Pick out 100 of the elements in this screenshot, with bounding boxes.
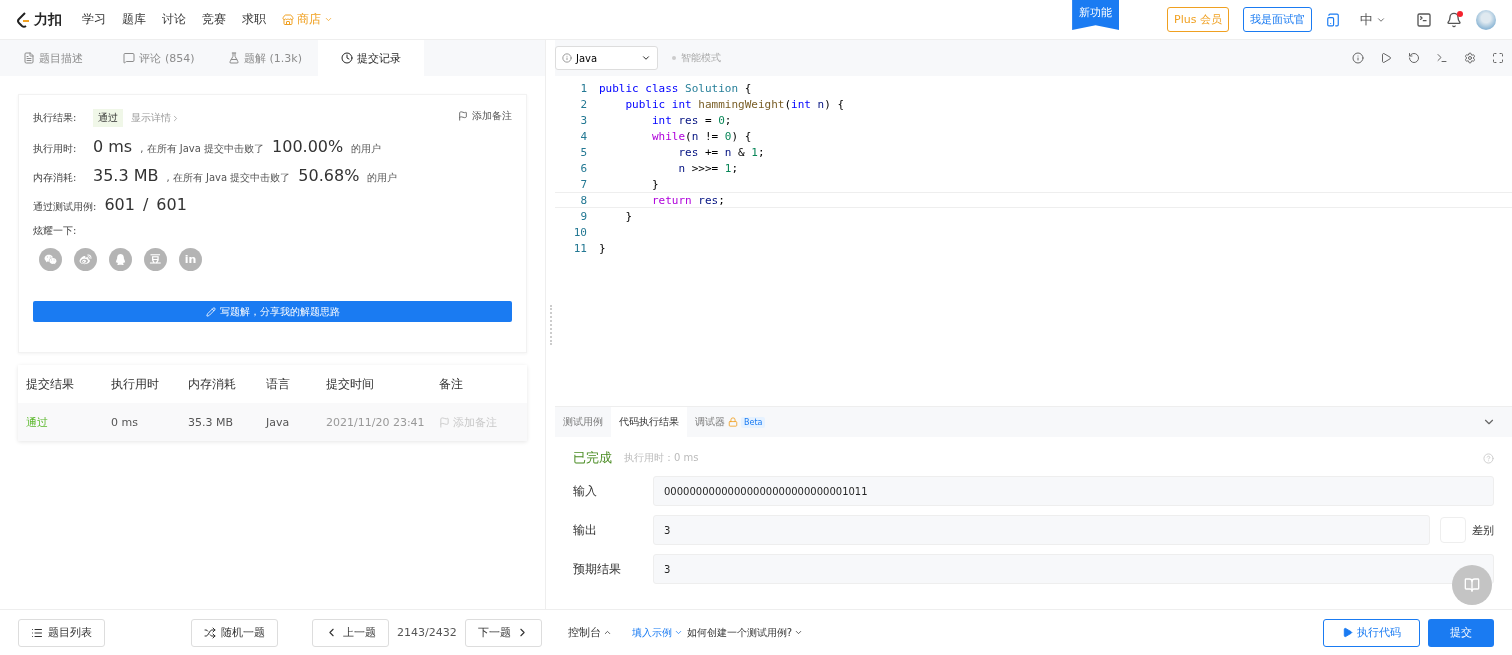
table-cell-text: Java bbox=[266, 415, 291, 429]
caret-icon bbox=[324, 15, 333, 24]
share-button[interactable] bbox=[109, 248, 132, 271]
table-cell-text: 35.3 MB bbox=[188, 415, 235, 429]
field-label: 执行用时: bbox=[33, 142, 78, 156]
memory-value: 35.3 MB bbox=[93, 166, 159, 185]
random-button[interactable]: 随机一题 bbox=[191, 618, 278, 647]
pencil-icon bbox=[205, 306, 216, 317]
line-number: 4 bbox=[579, 129, 588, 143]
add-note-link[interactable]: 添加备注 bbox=[458, 109, 512, 123]
panel-tab[interactable]: 题目描述 bbox=[0, 40, 106, 76]
column-header: 备注 bbox=[439, 375, 464, 393]
info-icon bbox=[562, 53, 572, 63]
terminal-icon[interactable] bbox=[1416, 11, 1432, 28]
play-icon bbox=[1380, 52, 1392, 64]
details-link[interactable]: 显示详情 bbox=[131, 111, 180, 125]
interviewer-button[interactable]: 我是面试官 bbox=[1243, 7, 1312, 32]
beta-badge: Beta bbox=[741, 416, 766, 428]
bell-icon[interactable] bbox=[1446, 11, 1462, 28]
field-label: 执行结果: bbox=[33, 111, 78, 125]
logo-icon bbox=[16, 11, 30, 28]
nav-link[interactable]: 求职 bbox=[242, 11, 266, 28]
weibo-icon bbox=[79, 253, 92, 266]
cases-value: 601 bbox=[156, 195, 187, 214]
code-line: public class Solution { bbox=[599, 81, 752, 95]
stat-text: 的用户 bbox=[367, 171, 398, 185]
panel-tab[interactable]: 评论 (854) bbox=[106, 40, 212, 76]
output-field: 3 bbox=[653, 515, 1430, 545]
line-number: 10 bbox=[572, 225, 588, 239]
settings-button[interactable] bbox=[1464, 52, 1476, 64]
new-feature-ribbon[interactable]: 新功能 bbox=[1072, 0, 1120, 30]
nav-link[interactable]: 题库 bbox=[122, 11, 146, 28]
book-icon bbox=[1464, 577, 1480, 593]
caret-icon bbox=[794, 628, 803, 637]
write-solution-button[interactable]: 写题解，分享我的解题思路 bbox=[33, 301, 512, 322]
info-icon bbox=[1352, 52, 1364, 64]
share-button[interactable] bbox=[39, 248, 62, 271]
comment-icon bbox=[123, 52, 136, 64]
console-toggle[interactable]: 控制台 bbox=[567, 625, 612, 640]
flask-icon bbox=[228, 52, 240, 64]
chevron-icon bbox=[171, 113, 180, 123]
field-label: 输出 bbox=[573, 521, 598, 539]
logo-text: 力扣 bbox=[34, 10, 62, 29]
column-header: 内存消耗 bbox=[188, 375, 237, 393]
fullscreen-button[interactable] bbox=[1492, 52, 1504, 64]
fullscreen-icon bbox=[1492, 52, 1504, 64]
code-line: } bbox=[650, 177, 659, 191]
how-to-link[interactable]: 如何创建一个测试用例? bbox=[686, 625, 803, 640]
stat-text: , 在所有 Java 提交中击败了 bbox=[140, 142, 265, 156]
share-label: 炫耀一下: bbox=[33, 224, 78, 238]
submit-button[interactable]: 提交 bbox=[1428, 618, 1494, 647]
clock-icon bbox=[341, 52, 353, 64]
problem-list-button[interactable]: 题目列表 bbox=[18, 618, 105, 647]
line-number: 8 bbox=[579, 193, 588, 207]
tablet-icon[interactable] bbox=[1326, 12, 1340, 27]
table-cell-text: 0 ms bbox=[111, 415, 139, 429]
field-label: 输入 bbox=[573, 482, 598, 500]
prev-button[interactable]: 上一题 bbox=[312, 618, 389, 647]
line-number: 7 bbox=[579, 177, 588, 191]
console-tab[interactable]: 调试器 Beta bbox=[687, 407, 774, 437]
terminal-button[interactable] bbox=[1436, 52, 1448, 64]
store-icon bbox=[282, 13, 294, 26]
diff-label: 差别 bbox=[1472, 522, 1494, 538]
language-button[interactable]: 中 bbox=[1354, 9, 1392, 30]
panel-tab[interactable]: 提交记录 bbox=[318, 40, 424, 76]
status-link[interactable]: 通过 bbox=[26, 414, 111, 430]
position-text: 2143/2432 bbox=[397, 626, 457, 639]
nav-link[interactable]: 学习 bbox=[82, 11, 106, 28]
fill-example-link[interactable]: 填入示例 bbox=[631, 625, 683, 640]
next-button[interactable]: 下一题 bbox=[464, 618, 542, 647]
run-code-button[interactable]: 执行代码 bbox=[1323, 618, 1420, 647]
runtime-text: 执行用时：0 ms bbox=[624, 451, 699, 465]
code-line: public int hammingWeight(int n) { bbox=[624, 97, 845, 111]
caret-icon bbox=[602, 628, 612, 637]
console-tab[interactable]: 代码执行结果 bbox=[611, 407, 687, 437]
reset-button[interactable] bbox=[1408, 52, 1420, 64]
code-editor[interactable]: 1 public class Solution { 2 public int hammingWeight(int n) { 3 int res = 0; 4 while(n != 0) { 5 res += n & 1; 6 n >>>= 1; 7 } 8 return res; 9 } 10 11 } bbox=[555, 76, 1512, 406]
status-text: 已完成 bbox=[573, 449, 612, 467]
column-header: 提交时间 bbox=[326, 375, 375, 393]
info-button[interactable] bbox=[1352, 52, 1364, 64]
play-button[interactable] bbox=[1380, 52, 1392, 64]
language-select[interactable]: Java bbox=[555, 46, 658, 70]
field-label: 通过测试用例: bbox=[33, 200, 97, 214]
field-label: 预期结果 bbox=[573, 560, 622, 578]
shuffle-icon bbox=[204, 626, 216, 639]
code-line: res += n & 1; bbox=[677, 145, 765, 159]
terminal-icon bbox=[1436, 52, 1448, 64]
panel-tab[interactable]: 题解 (1.3k) bbox=[212, 40, 318, 76]
nav-link[interactable]: 竞赛 bbox=[202, 11, 226, 28]
table-cell-text: 2021/11/20 23:41 bbox=[326, 415, 426, 429]
code-line: return res; bbox=[650, 193, 725, 207]
nav-link[interactable]: 讨论 bbox=[162, 11, 186, 28]
penguin-icon bbox=[114, 253, 127, 266]
output-field: 00000000000000000000000000001011 bbox=[653, 476, 1494, 506]
share-button[interactable] bbox=[74, 248, 97, 271]
output-field: 3 bbox=[653, 554, 1494, 584]
line-number: 6 bbox=[579, 161, 588, 175]
settings-icon bbox=[1464, 52, 1476, 64]
console-tab[interactable]: 测试用例 bbox=[555, 407, 611, 437]
stat-text: , 在所有 Java 提交中击败了 bbox=[166, 171, 291, 185]
